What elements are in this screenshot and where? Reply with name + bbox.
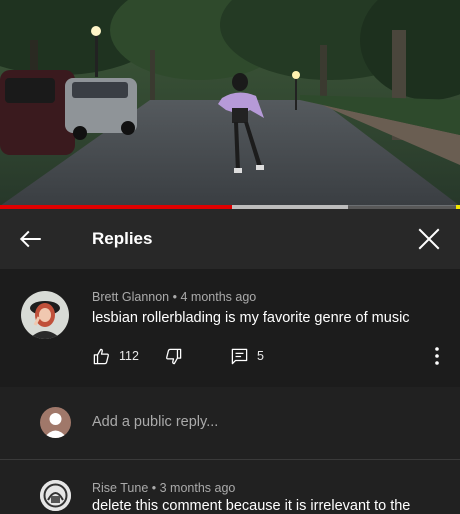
add-reply-row: [0, 387, 460, 459]
avatar[interactable]: [21, 291, 69, 339]
reply-input[interactable]: [92, 411, 412, 433]
avatar[interactable]: [40, 480, 71, 511]
page-title: Replies: [92, 229, 153, 248]
like-button[interactable]: 112: [92, 346, 139, 366]
person-icon: [44, 413, 67, 438]
comment: Brett Glannon • 4 months ago lesbian rol…: [0, 269, 460, 387]
comment-text: lesbian rollerblading is my favorite gen…: [92, 310, 410, 326]
comment-time: 3 months ago: [159, 481, 236, 495]
comment-meta: Brett Glannon • 4 months ago: [92, 290, 256, 304]
comment-actions: 112 5: [92, 346, 452, 366]
reply-comment: Rise Tune • 3 months ago delete this com…: [0, 459, 460, 514]
thumbs-down-icon: [166, 348, 182, 364]
comment-text: delete this comment because it is irrele…: [92, 498, 411, 514]
comment-author[interactable]: Rise Tune: [92, 481, 148, 495]
comment-icon: [231, 348, 248, 364]
like-count: 112: [119, 349, 139, 363]
user-avatar-image: [21, 291, 69, 339]
meta-separator: •: [151, 481, 160, 495]
video-frame: [0, 0, 460, 206]
more-vert-icon[interactable]: [430, 346, 444, 366]
replies-header: Replies: [0, 209, 460, 269]
comment-time: 4 months ago: [180, 290, 257, 304]
user-avatar-image: [40, 480, 71, 511]
comment-meta: Rise Tune • 3 months ago: [92, 481, 235, 495]
comment-author[interactable]: Brett Glannon: [92, 290, 169, 304]
close-icon[interactable]: [416, 226, 442, 252]
thumbs-up-icon: [93, 348, 109, 364]
my-avatar: [40, 407, 71, 438]
reply-button[interactable]: 5: [230, 346, 264, 366]
reply-count: 5: [257, 349, 264, 363]
dislike-button[interactable]: [164, 346, 191, 366]
video-player[interactable]: [0, 0, 460, 206]
arrow-back-icon[interactable]: [18, 226, 44, 252]
